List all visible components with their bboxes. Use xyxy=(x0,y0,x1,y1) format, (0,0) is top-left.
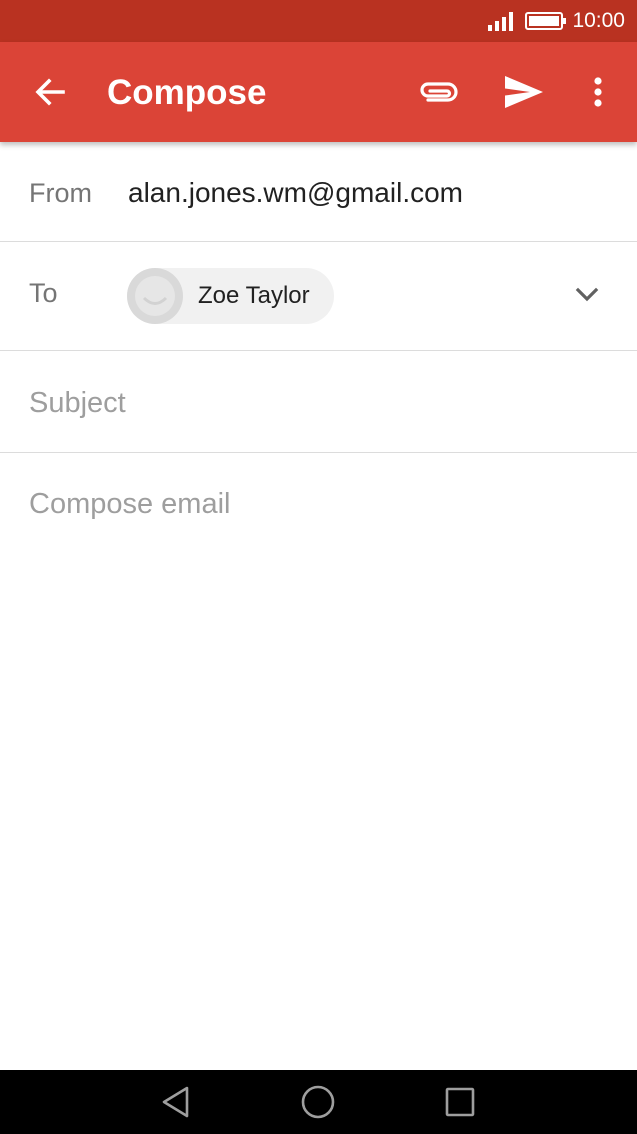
status-bar: 10:00 xyxy=(0,0,637,42)
battery-icon xyxy=(525,12,567,30)
nav-recents-icon[interactable] xyxy=(442,1084,478,1120)
subject-input[interactable] xyxy=(29,385,609,421)
more-vert-icon[interactable] xyxy=(588,72,608,112)
send-icon[interactable] xyxy=(502,72,546,112)
to-row[interactable]: To Zoe Taylor xyxy=(0,242,637,351)
from-row: From alan.jones.wm@gmail.com xyxy=(0,142,637,242)
app-bar: Compose xyxy=(0,42,637,142)
from-label: From xyxy=(29,178,92,208)
chevron-down-icon[interactable] xyxy=(572,280,602,310)
page-title: Compose xyxy=(107,73,267,112)
subject-row xyxy=(0,351,637,453)
nav-home-icon[interactable] xyxy=(300,1084,336,1120)
navigation-bar xyxy=(0,1070,637,1134)
status-time: 10:00 xyxy=(572,9,625,32)
arrow-back-icon[interactable] xyxy=(30,72,70,112)
from-address[interactable]: alan.jones.wm@gmail.com xyxy=(128,177,463,209)
nav-back-icon[interactable] xyxy=(158,1084,194,1120)
default-avatar-icon xyxy=(127,268,183,324)
recipient-name: Zoe Taylor xyxy=(198,282,310,309)
to-label: To xyxy=(29,278,58,308)
recipient-chip[interactable]: Zoe Taylor xyxy=(127,268,334,324)
compose-body-input[interactable] xyxy=(29,484,609,1044)
paperclip-icon[interactable] xyxy=(416,74,460,110)
signal-icon xyxy=(488,11,514,31)
